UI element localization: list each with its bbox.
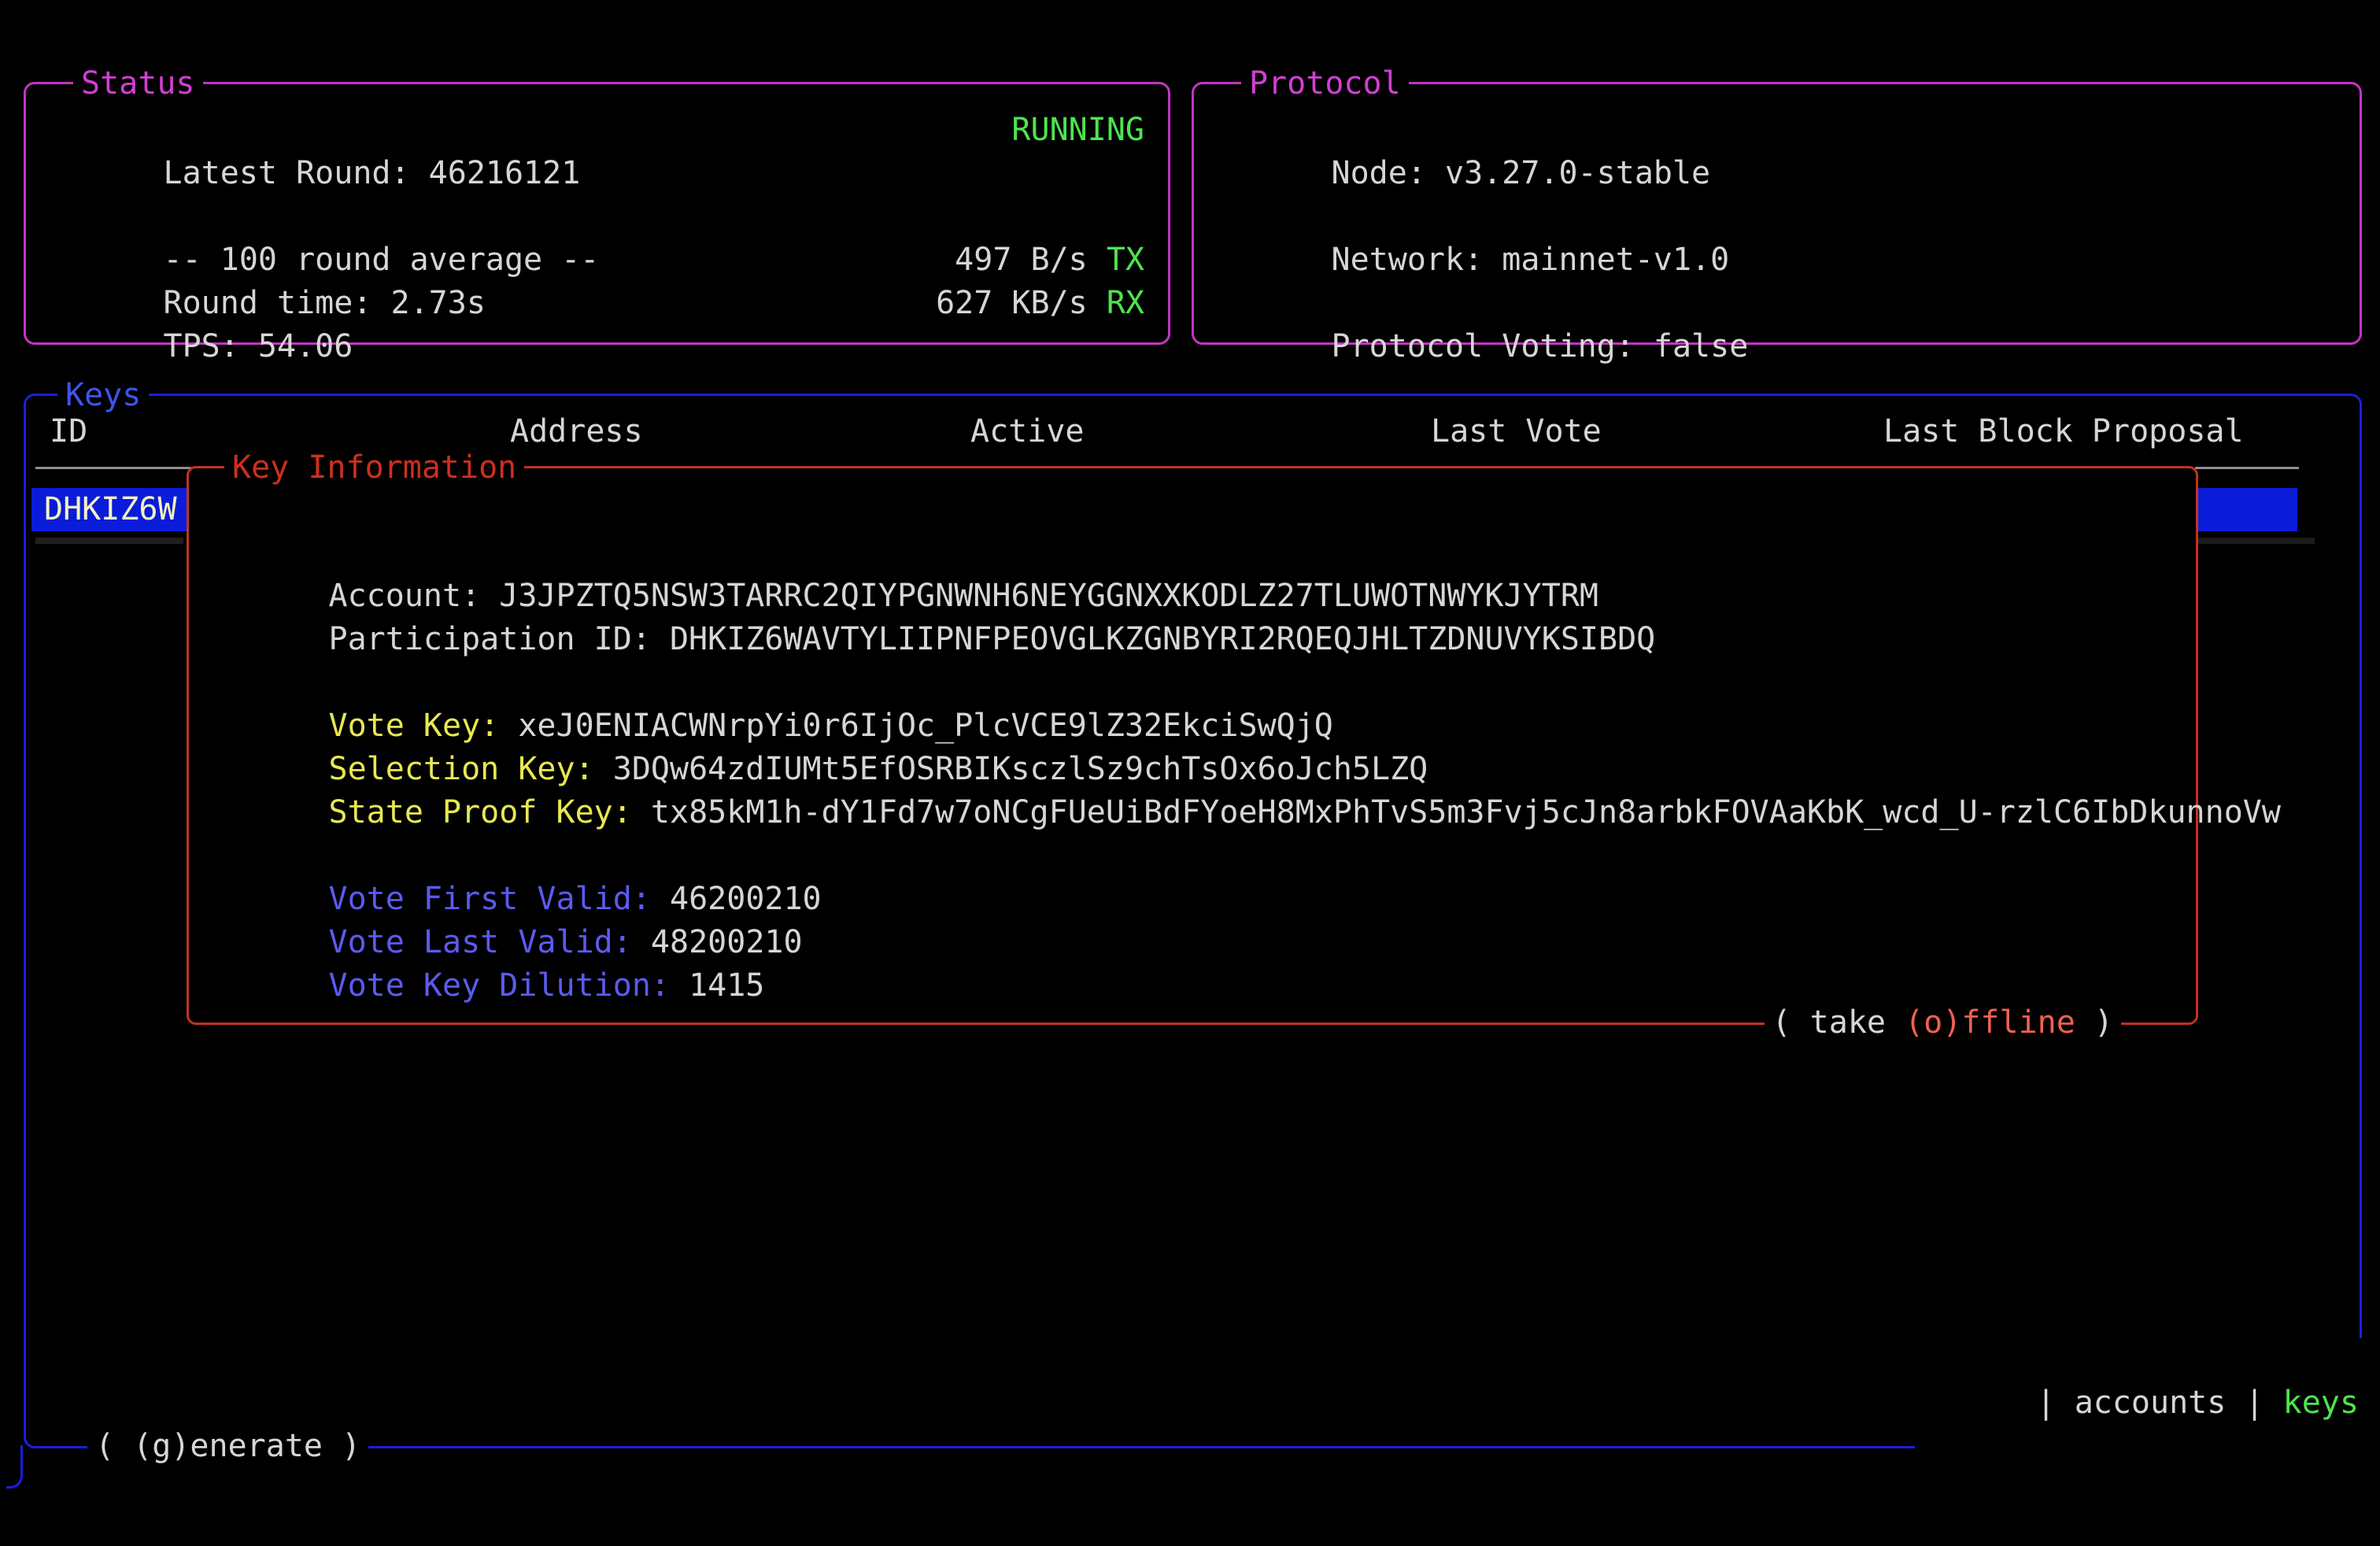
network-row: Network: mainnet-v1.0 (1218, 195, 2336, 239)
terminal-screen: Status Latest Round: 46216121 RUNNING --… (0, 0, 2380, 1546)
rx-label: RX (1107, 285, 1144, 321)
column-header-active: Active (970, 410, 1085, 453)
key-information-title: Key Information (224, 446, 524, 490)
network-text: Network: mainnet-v1.0 (1332, 242, 1730, 278)
participation-id-text: Participation ID: DHKIZ6WAVTYLIIPNFPEOVG… (329, 621, 1656, 657)
round-time-row: Round time: 2.73s 497 B/s TX (50, 239, 1144, 282)
key-information-modal: Key Information Account: J3JPZTQ5NSW3TAR… (187, 466, 2198, 1025)
node-version-text: Node: v3.27.0-stable (1332, 155, 1711, 191)
tx-rate: 497 B/s TX (955, 239, 1144, 282)
rx-rate: 627 KB/s RX (936, 282, 1144, 325)
account-row: Account: J3JPZTQ5NSW3TARRC2QIYPGNWNH6NEY… (215, 531, 2172, 575)
table-row-selected-right[interactable] (2197, 488, 2297, 531)
protocol-panel: Protocol Node: v3.27.0-stable Network: m… (1192, 82, 2362, 345)
column-header-last-block-proposal: Last Block Proposal (1883, 410, 2244, 453)
tab-separator: | (2245, 1385, 2264, 1421)
latest-round-text: Latest Round: 46216121 (164, 155, 581, 191)
take-offline-button[interactable]: ( take (o)ffline ) (1765, 1001, 2122, 1045)
participation-id-row: Participation ID: DHKIZ6WAVTYLIIPNFPEOVG… (215, 575, 2172, 618)
tps-row: TPS: 54.06 627 KB/s RX (50, 282, 1144, 325)
status-panel: Status Latest Round: 46216121 RUNNING --… (24, 82, 1170, 345)
dim-underline-left (35, 538, 183, 544)
column-header-last-vote: Last Vote (1431, 410, 1602, 453)
node-version-row: Node: v3.27.0-stable (1218, 109, 2336, 152)
column-header-address: Address (510, 410, 643, 453)
table-row-selected[interactable]: DHKIZ6W (31, 488, 201, 531)
protocol-voting-row: Protocol Voting: false (1218, 282, 2336, 325)
selection-key-row: Selection Key: 3DQw64zdIUMt5EfOSRBIKsczl… (215, 705, 2172, 748)
generate-button[interactable]: ( (g)enerate ) (87, 1425, 368, 1468)
vote-last-valid-row: Vote Last Valid: 48200210 (215, 878, 2172, 921)
state-proof-key-row: State Proof Key: tx85kM1h-dY1Fd7w7oNCgFU… (215, 748, 2172, 791)
protocol-panel-title: Protocol (1241, 62, 1409, 105)
tab-keys[interactable]: keys (2283, 1385, 2359, 1421)
protocol-voting-text: Protocol Voting: false (1332, 328, 1749, 364)
vote-key-dilution-label: Vote Key Dilution: (329, 967, 689, 1004)
tab-accounts[interactable]: accounts (2075, 1385, 2227, 1421)
vote-key-dilution-value: 1415 (689, 967, 764, 1004)
header-separator-left (35, 467, 191, 469)
vote-key-dilution-row: Vote Key Dilution: 1415 (215, 921, 2172, 964)
status-panel-title: Status (73, 62, 203, 105)
vote-first-valid-row: Vote First Valid: 46200210 (215, 834, 2172, 878)
node-state-badge: RUNNING (1011, 109, 1144, 152)
vote-key-row: Vote Key: xeJ0ENIACWNrpYi0r6IjOc_PlcVCE9… (215, 661, 2172, 705)
header-separator-right (2195, 467, 2299, 469)
box-corner-artifact (6, 1445, 23, 1489)
dim-underline-right (2197, 538, 2315, 544)
state-proof-key-value: tx85kM1h-dY1Fd7w7oNCgFUeUiBdFYoeH8MxPhTv… (651, 794, 2281, 830)
average-header-row: -- 100 round average -- (50, 195, 1144, 239)
tx-label: TX (1107, 242, 1144, 278)
latest-round-row: Latest Round: 46216121 RUNNING (50, 109, 1144, 152)
tab-separator: | (2037, 1385, 2056, 1421)
tps-text: TPS: 54.06 (164, 328, 353, 364)
view-tabs: | accounts | keys | (1915, 1338, 2380, 1468)
column-header-id: ID (50, 410, 87, 453)
offline-hotkey: (o)ffline (1905, 1004, 2075, 1041)
state-proof-key-label: State Proof Key: (329, 794, 651, 830)
